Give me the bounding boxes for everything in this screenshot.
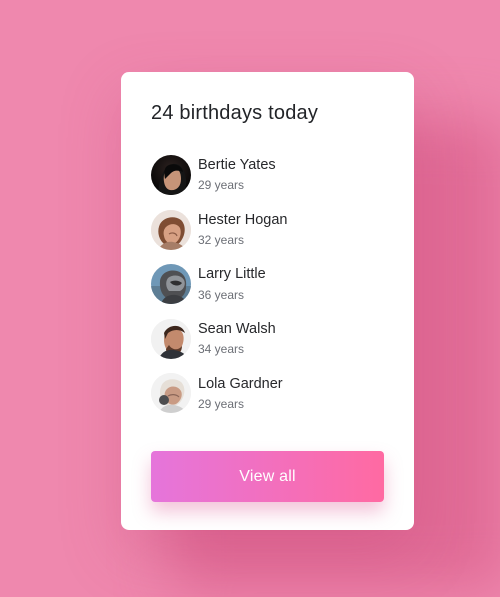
- avatar[interactable]: [151, 373, 191, 414]
- person-name: Lola Gardner: [198, 375, 283, 392]
- birthday-list-item[interactable]: Larry Little 36 years: [151, 264, 391, 305]
- view-all-button[interactable]: View all: [151, 451, 384, 502]
- avatar[interactable]: [151, 318, 191, 359]
- birthday-list-item[interactable]: Bertie Yates 29 years: [151, 155, 391, 195]
- avatar[interactable]: [151, 264, 191, 305]
- person-age: 34 years: [198, 342, 245, 357]
- avatar[interactable]: [151, 209, 191, 250]
- birthday-list-item[interactable]: Lola Gardner 29 years: [151, 373, 391, 414]
- person-name: Larry Little: [198, 266, 266, 283]
- person-name: Bertie Yates: [198, 157, 276, 174]
- birthday-list: Bertie Yates 29 years Hester Hogan 32 ye…: [151, 155, 391, 428]
- person-name: Sean Walsh: [198, 320, 276, 337]
- birthdays-card: 24 birthdays today Bertie Yates 29 years…: [121, 72, 414, 530]
- birthday-list-item[interactable]: Sean Walsh 34 years: [151, 318, 391, 359]
- card-title: 24 birthdays today: [151, 102, 319, 124]
- person-age: 32 years: [198, 233, 245, 247]
- person-age: 29 years: [198, 178, 245, 193]
- person-age: 29 years: [198, 396, 245, 411]
- avatar[interactable]: [151, 155, 191, 195]
- person-age: 36 years: [198, 287, 245, 302]
- birthday-list-item[interactable]: Hester Hogan 32 years: [151, 209, 391, 250]
- person-name: Hester Hogan: [198, 211, 288, 228]
